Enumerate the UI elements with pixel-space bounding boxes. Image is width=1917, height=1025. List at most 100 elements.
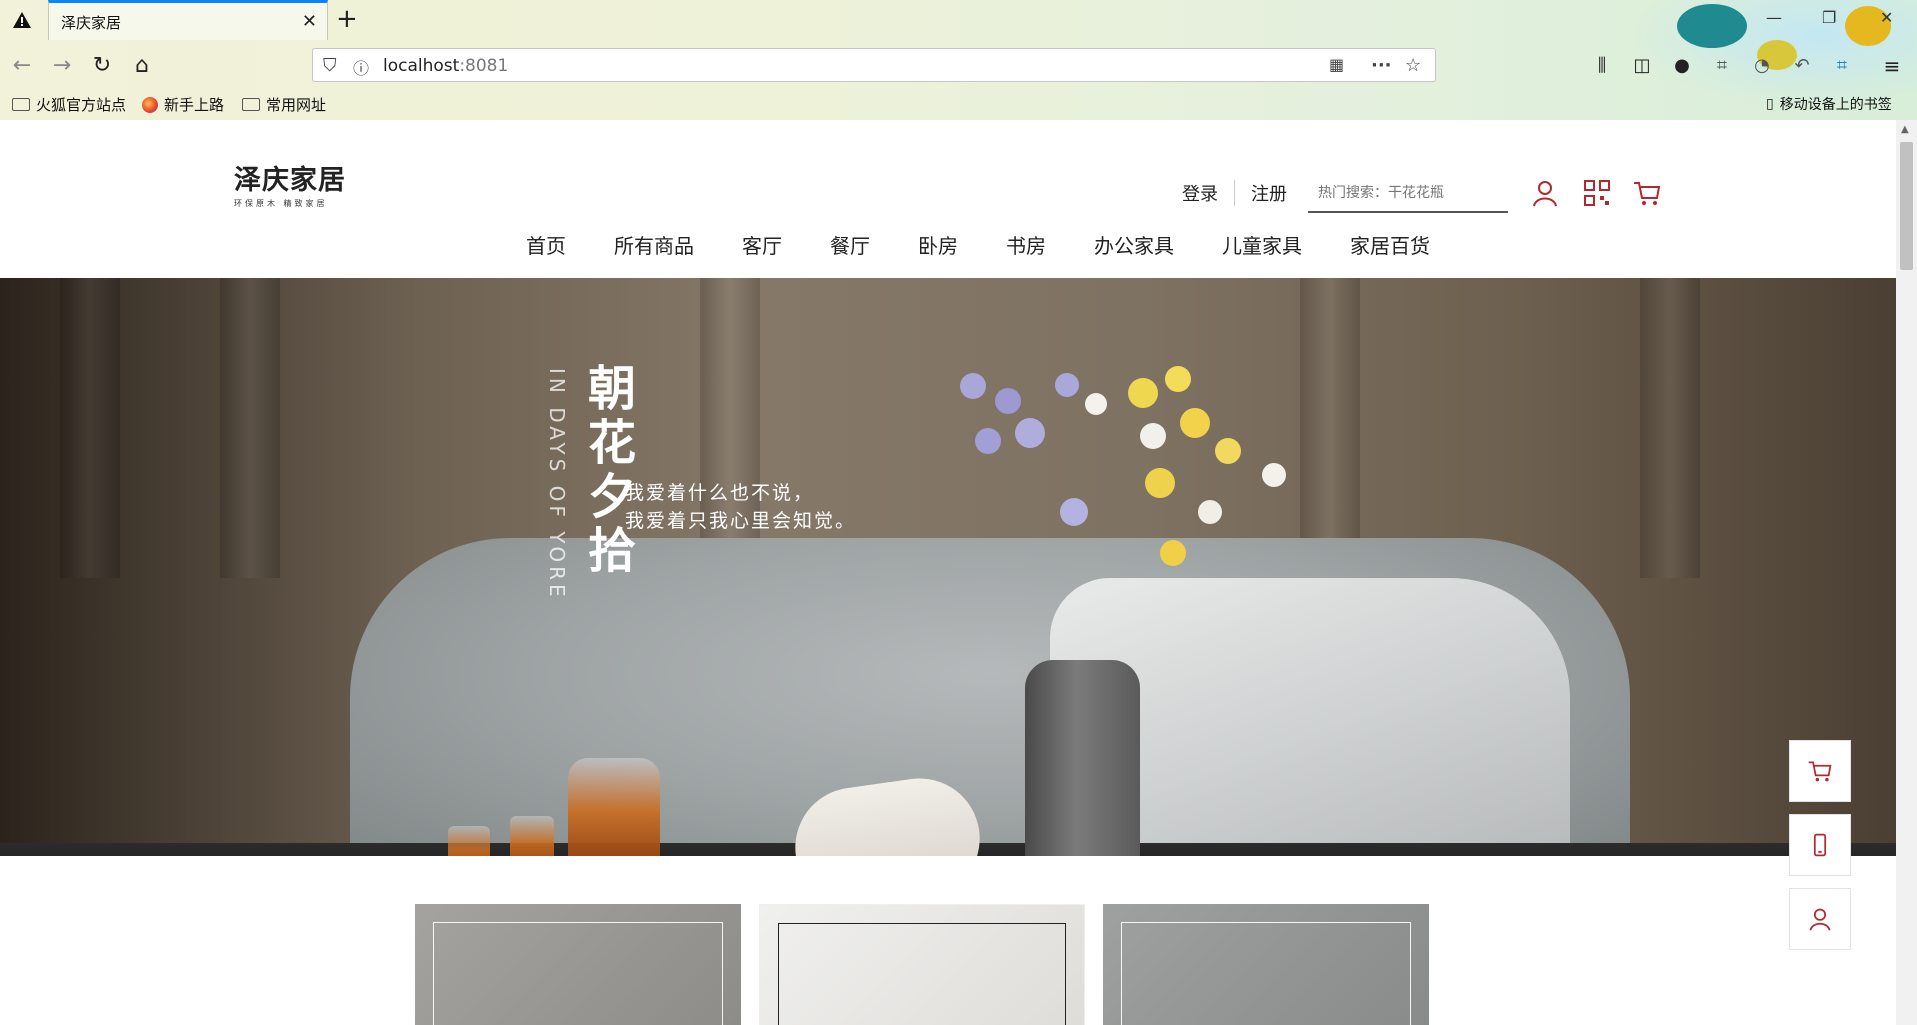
nav-item-dining-room[interactable]: 餐厅 — [806, 230, 894, 259]
category-card[interactable] — [1103, 904, 1429, 1025]
banner-line-1: 我爱着什么也不说， — [625, 482, 815, 504]
bookmark-item[interactable]: 新手上路 — [142, 94, 224, 115]
glass-image — [448, 826, 490, 856]
login-link[interactable]: 登录 — [1182, 180, 1235, 206]
flower — [1015, 418, 1045, 448]
flower — [975, 428, 1001, 454]
hero-banner[interactable]: IN DAYS OF YORE 朝花夕拾 我爱着什么也不说， 我爱着只我心里会知… — [0, 278, 1896, 856]
curtain-fold — [1640, 278, 1700, 578]
tab-active[interactable]: 泽庆家居 ✕ — [48, 0, 328, 40]
account-links: 登录 注册 — [1182, 180, 1303, 206]
vase-image — [1025, 660, 1140, 856]
side-phone-button[interactable] — [1789, 814, 1851, 876]
new-tab-icon[interactable]: + — [336, 4, 358, 34]
minimize-icon[interactable]: — — [1766, 8, 1782, 27]
nav-item-home[interactable]: 首页 — [502, 230, 590, 259]
browser-chrome: 泽庆家居 ✕ + — ❐ ✕ ← → ↻ ⌂ ⛉ ⓘ localhost:808… — [0, 0, 1917, 120]
pitcher-image — [568, 758, 660, 856]
flower — [1145, 468, 1175, 498]
banner-english-vertical: IN DAYS OF YORE — [545, 368, 569, 601]
user-icon[interactable] — [1530, 178, 1560, 208]
card-frame — [778, 923, 1066, 1025]
flower — [1165, 366, 1191, 392]
flower — [1215, 438, 1241, 464]
qr-code-icon[interactable] — [1582, 178, 1612, 208]
nav-item-office-furniture[interactable]: 办公家具 — [1070, 230, 1198, 259]
nav-item-bedroom[interactable]: 卧房 — [894, 230, 982, 259]
flower — [1055, 373, 1079, 397]
nav-toolbar: ← → ↻ ⌂ ⛉ ⓘ localhost:8081 ▦ ··· ☆ ⫼ ◫ ●… — [0, 44, 1917, 88]
nav-item-living-room[interactable]: 客厅 — [718, 230, 806, 259]
main-nav: 首页 所有商品 客厅 餐厅 卧房 书房 办公家具 儿童家具 家居百货 — [0, 230, 1896, 259]
bookmark-item[interactable]: 常用网址 — [242, 94, 326, 115]
nav-item-home-goods[interactable]: 家居百货 — [1326, 230, 1454, 259]
flower — [1140, 423, 1166, 449]
user-icon — [1809, 908, 1831, 931]
url-text[interactable]: localhost:8081 — [383, 56, 508, 76]
flower — [1180, 408, 1210, 438]
flower — [1198, 500, 1222, 524]
page-content: 泽庆家居 环保原木 精致家居 登录 注册 首页 所有商品 客厅 餐厅 卧房 书房… — [0, 120, 1896, 1025]
crop-icon[interactable]: ⌗ — [1828, 52, 1856, 80]
curtain-fold — [1300, 278, 1360, 578]
flower — [1085, 393, 1107, 415]
flower — [1128, 378, 1158, 408]
home-icon[interactable]: ⌂ — [128, 52, 156, 80]
qr-code-icon[interactable]: ▦ — [1329, 55, 1344, 74]
phone-icon — [1813, 833, 1827, 857]
side-cart-button[interactable] — [1789, 740, 1851, 802]
mobile-icon: ▯ — [1766, 96, 1774, 112]
category-card[interactable] — [759, 904, 1085, 1025]
glass-image — [510, 816, 554, 856]
back-icon[interactable]: ← — [8, 52, 36, 80]
flower — [995, 388, 1021, 414]
register-link[interactable]: 注册 — [1235, 180, 1303, 206]
logo-subtitle: 环保原木 精致家居 — [234, 199, 328, 208]
chat-icon[interactable]: ◔ — [1748, 52, 1776, 80]
nav-item-study[interactable]: 书房 — [982, 230, 1070, 259]
tab-title: 泽庆家居 — [61, 14, 122, 32]
card-frame — [433, 922, 723, 1025]
nav-item-kids-furniture[interactable]: 儿童家具 — [1198, 230, 1326, 259]
curtain-fold — [60, 278, 120, 578]
tab-strip: 泽庆家居 ✕ + — ❐ ✕ — [0, 0, 1917, 40]
reload-icon[interactable]: ↻ — [88, 52, 116, 80]
library-icon[interactable]: ⫼ — [1588, 52, 1616, 80]
account-icon[interactable]: ● — [1668, 52, 1696, 80]
close-tab-icon[interactable]: ✕ — [302, 11, 317, 32]
search-input[interactable] — [1308, 177, 1508, 207]
nav-item-all-products[interactable]: 所有商品 — [590, 230, 718, 259]
flower — [1160, 540, 1186, 566]
restore-icon[interactable]: ❐ — [1822, 8, 1836, 27]
firefox-icon — [142, 96, 158, 113]
close-window-icon[interactable]: ✕ — [1880, 8, 1893, 27]
side-user-button[interactable] — [1789, 888, 1851, 950]
bookmark-star-icon[interactable]: ☆ — [1405, 55, 1421, 76]
undo-icon[interactable]: ↶ — [1788, 52, 1816, 80]
more-actions-icon[interactable]: ··· — [1371, 55, 1392, 76]
mobile-bookmarks[interactable]: ▯ 移动设备上的书签 — [1766, 94, 1892, 114]
bookmark-item[interactable]: 火狐官方站点 — [12, 94, 126, 115]
curtain-fold — [700, 278, 760, 578]
scroll-thumb[interactable] — [1900, 142, 1913, 270]
cart-icon — [1808, 761, 1832, 782]
warning-icon[interactable] — [12, 10, 32, 30]
site-logo[interactable]: 泽庆家居 环保原木 精致家居 — [234, 158, 346, 209]
scroll-up-icon[interactable]: ▲ — [1901, 124, 1909, 135]
folder-icon — [12, 98, 30, 111]
shield-icon[interactable]: ⛉ — [323, 55, 337, 76]
flower — [1060, 498, 1088, 526]
category-card[interactable] — [415, 904, 741, 1025]
menu-icon[interactable]: ≡ — [1878, 52, 1906, 80]
forward-icon[interactable]: → — [48, 52, 76, 80]
search-box[interactable] — [1308, 177, 1508, 213]
bookmarks-bar: 火狐官方站点 新手上路 常用网址 ▯ 移动设备上的书签 — [0, 90, 1917, 118]
url-bar[interactable]: ⛉ ⓘ localhost:8081 ▦ ··· ☆ — [312, 48, 1436, 82]
screenshot-icon[interactable]: ⌗ — [1708, 52, 1736, 80]
info-icon[interactable]: ⓘ — [353, 55, 369, 79]
sidebar-icon[interactable]: ◫ — [1628, 52, 1656, 80]
curtain-fold — [220, 278, 280, 578]
page-scrollbar[interactable]: ▲ — [1896, 120, 1917, 1025]
logo-text: 泽庆家居 — [234, 165, 346, 196]
cart-icon[interactable] — [1632, 178, 1662, 208]
